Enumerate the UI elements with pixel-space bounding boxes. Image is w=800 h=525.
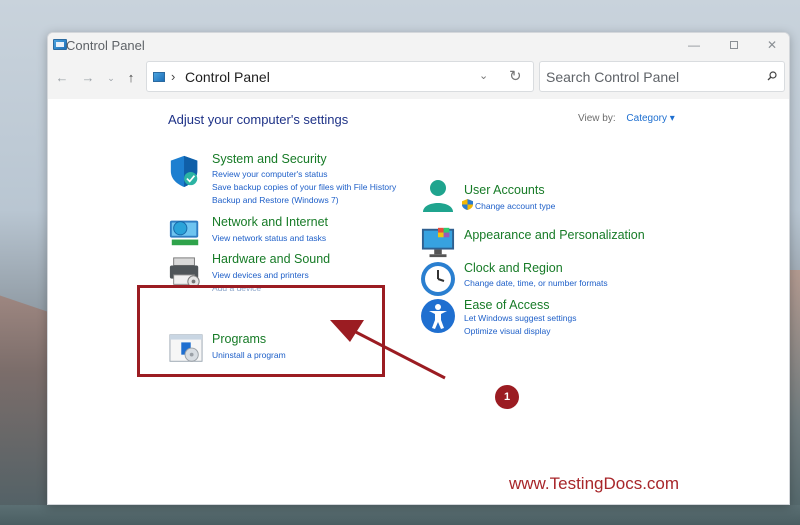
arrow-annotation-icon: [330, 320, 446, 380]
category-title[interactable]: System and Security: [212, 152, 327, 166]
category-system-security: System and Security Review your computer…: [168, 152, 408, 205]
category-link[interactable]: Review your computer's status: [212, 169, 327, 179]
address-bar[interactable]: › Control Panel ⌄ ↻: [146, 61, 534, 92]
category-title[interactable]: Ease of Access: [464, 298, 549, 312]
category-appearance: Appearance and Personalization: [420, 225, 660, 261]
maximize-icon: [730, 41, 738, 49]
watermark: www.TestingDocs.com: [509, 474, 680, 493]
view-by: View by: Category ▾: [578, 113, 675, 124]
close-button[interactable]: ✕: [764, 37, 780, 53]
control-panel-window: Control Panel — ✕ ← → ⌄ ↑ › Control Pane…: [47, 32, 790, 505]
category-hardware-sound: Hardware and Sound View devices and prin…: [168, 252, 408, 293]
network-globe-icon: [169, 220, 199, 246]
breadcrumb-control-panel[interactable]: Control Panel: [185, 69, 270, 85]
title-bar[interactable]: Control Panel — ✕: [48, 33, 789, 59]
category-link[interactable]: Change account type: [475, 201, 555, 211]
user-icon: [423, 180, 453, 212]
maximize-button[interactable]: [726, 37, 742, 53]
category-title[interactable]: Clock and Region: [464, 261, 563, 275]
category-link[interactable]: Backup and Restore (Windows 7): [212, 195, 339, 205]
up-button[interactable]: ↑: [123, 70, 139, 85]
breadcrumb-chevron-icon[interactable]: ›: [171, 69, 175, 84]
category-network-internet: Network and Internet View network status…: [168, 215, 408, 251]
category-ease-of-access: Ease of Access Let Windows suggest setti…: [420, 298, 660, 338]
category-clock-region: Clock and Region Change date, time, or n…: [420, 261, 660, 297]
search-placeholder: Search Control Panel: [546, 69, 680, 85]
category-title[interactable]: User Accounts: [464, 183, 545, 197]
category-link[interactable]: View network status and tasks: [212, 233, 326, 243]
refresh-button[interactable]: ↻: [509, 67, 522, 85]
step-badge: 1: [495, 385, 519, 409]
forward-button[interactable]: →: [80, 70, 96, 85]
back-button[interactable]: ←: [54, 70, 70, 85]
view-by-dropdown[interactable]: Category ▾: [626, 113, 674, 124]
search-icon[interactable]: [767, 71, 777, 81]
recent-locations-button[interactable]: ⌄: [103, 73, 119, 84]
category-link[interactable]: Save backup copies of your files with Fi…: [212, 182, 396, 192]
category-title[interactable]: Appearance and Personalization: [464, 228, 645, 242]
clock-icon: [421, 262, 455, 296]
navigation-bar: ← → ⌄ ↑ › Control Panel ⌄ ↻ Search Contr…: [48, 59, 789, 99]
shield-icon: [170, 155, 198, 188]
control-panel-icon: [153, 72, 165, 82]
page-heading: Adjust your computer's settings: [168, 112, 349, 127]
category-title[interactable]: Hardware and Sound: [212, 252, 330, 266]
uac-shield-icon: [462, 199, 473, 210]
search-input[interactable]: Search Control Panel: [539, 61, 785, 92]
view-by-label: View by:: [578, 113, 616, 124]
category-link[interactable]: Let Windows suggest settings: [464, 313, 576, 323]
category-link[interactable]: Optimize visual display: [464, 326, 550, 336]
monitor-icon: [421, 227, 455, 258]
category-link[interactable]: Change date, time, or number formats: [464, 278, 608, 288]
category-link[interactable]: View devices and printers: [212, 270, 309, 280]
wallpaper-bottom: [0, 505, 800, 525]
category-title[interactable]: Network and Internet: [212, 215, 328, 229]
control-panel-icon: [53, 39, 67, 50]
category-user-accounts: User Accounts Change account type: [420, 180, 660, 223]
minimize-button[interactable]: —: [686, 37, 702, 53]
address-dropdown-button[interactable]: ⌄: [479, 69, 488, 82]
window-title: Control Panel: [66, 38, 145, 53]
